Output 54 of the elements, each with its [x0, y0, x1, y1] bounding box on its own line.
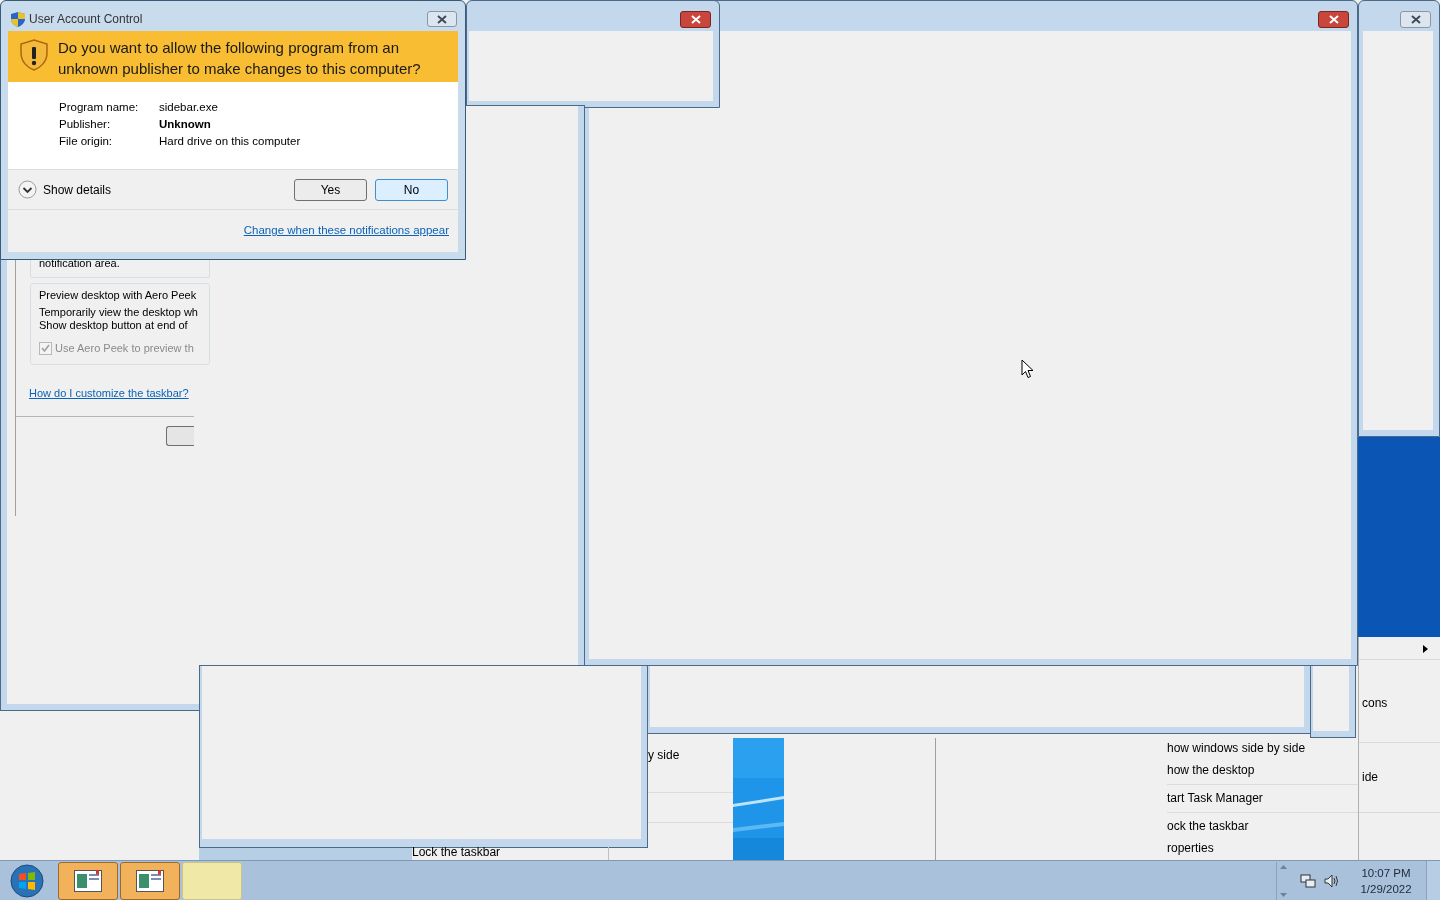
- cursor-icon: [1021, 359, 1034, 379]
- shield-icon: [11, 11, 25, 27]
- show-details-toggle[interactable]: Show details: [18, 180, 112, 199]
- chevron-down-icon: [18, 180, 37, 199]
- speaker-icon: [1324, 872, 1340, 889]
- orb-icon: [10, 863, 44, 898]
- menu-item[interactable]: ock the taskbar: [1167, 816, 1358, 838]
- window-icon: [136, 869, 164, 892]
- field-value: Hard drive on this computer: [159, 134, 301, 149]
- menu-item[interactable]: tart Task Manager: [1167, 788, 1358, 813]
- window-icon: [74, 869, 102, 892]
- settings-link[interactable]: Change when these notifications appear: [243, 222, 449, 240]
- field-value: Unknown: [159, 117, 211, 132]
- clock-time: 10:07 PM: [1361, 865, 1411, 881]
- menu-item-text: y side: [648, 747, 680, 764]
- close-icon: [1410, 15, 1421, 24]
- panel-row-text: ide: [1362, 769, 1378, 786]
- window-title: User Account Control: [29, 11, 143, 28]
- check-icon: [41, 344, 50, 353]
- menu-item[interactable]: how the desktop: [1167, 760, 1358, 785]
- close-button[interactable]: [427, 11, 457, 27]
- window-client-area: [1313, 666, 1349, 731]
- field-value: sidebar.exe: [159, 100, 218, 115]
- description-text: Show desktop button at end of: [39, 319, 188, 332]
- taskbar-button[interactable]: [120, 861, 180, 900]
- menu-item[interactable]: roperties: [1167, 838, 1358, 860]
- close-button[interactable]: [1400, 11, 1431, 28]
- dialog-button[interactable]: [166, 426, 194, 446]
- group-title: Preview desktop with Aero Peek: [39, 289, 197, 302]
- close-icon: [437, 14, 447, 24]
- clock-date: 1/29/2022: [1360, 881, 1412, 897]
- group-text: notification area.: [39, 257, 120, 270]
- question-text: Do you want to allow the following program from an unknown publisher to make changes to this computer?: [58, 38, 422, 79]
- arrow-right-icon: [1423, 645, 1428, 653]
- network-icon: [1300, 872, 1316, 889]
- close-icon: [690, 15, 701, 24]
- warning-shield-icon: [20, 39, 48, 71]
- panel-row-text: cons: [1362, 695, 1388, 712]
- description-text: Temporarily view the desktop wh: [39, 306, 198, 319]
- field-label: Publisher:: [59, 117, 112, 132]
- close-icon: [1328, 15, 1339, 24]
- field-label: Program name:: [59, 100, 140, 115]
- taskbar-button[interactable]: [58, 861, 118, 900]
- help-link[interactable]: How do I customize the taskbar?: [29, 385, 189, 402]
- arrow-down-icon: [1280, 892, 1287, 897]
- menu-item[interactable]: how windows side by side: [1167, 738, 1358, 760]
- dialog-button[interactable]: No: [375, 178, 448, 201]
- arrow-up-icon: [1280, 864, 1287, 869]
- menu-item-text: Lock the taskbar: [412, 845, 501, 860]
- close-button[interactable]: [1318, 11, 1349, 28]
- dialog-button[interactable]: Yes: [294, 178, 367, 201]
- close-button[interactable]: [680, 11, 711, 28]
- field-label: File origin:: [59, 134, 114, 149]
- checkbox-label: Use Aero Peek to preview th: [55, 341, 194, 356]
